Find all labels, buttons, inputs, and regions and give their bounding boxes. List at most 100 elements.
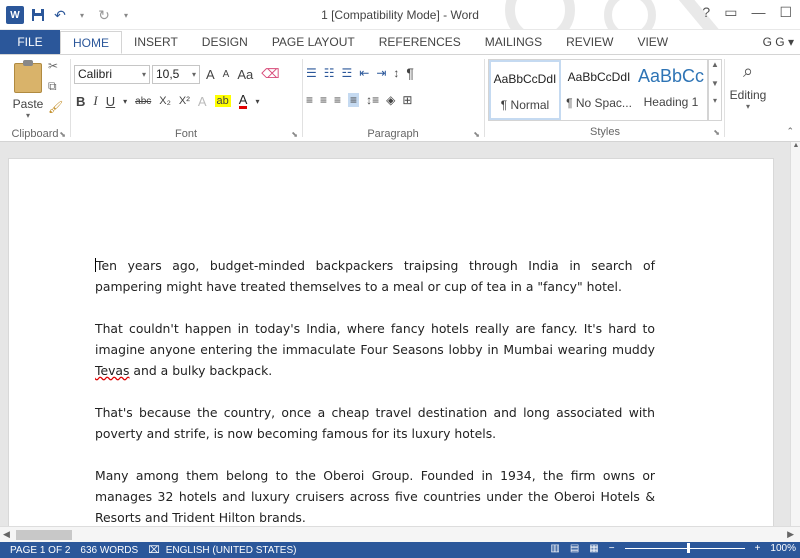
numbering-icon[interactable]: ☷ [324,66,335,80]
sort-icon[interactable]: ↕ [393,66,399,80]
styles-launcher-icon[interactable]: ⬊ [713,128,720,137]
paragraph-2[interactable]: That couldn't happen in today's India, w… [95,318,655,381]
scroll-left-icon[interactable]: ◀ [3,529,10,540]
misspelled-word[interactable]: Tevas [95,363,129,378]
scroll-down-icon[interactable]: ▼ [709,79,721,88]
align-right-icon[interactable]: ≡ [334,93,341,107]
font-color-button[interactable]: A [238,93,248,109]
paste-icon [14,60,42,93]
text-effects-icon[interactable]: A [198,94,207,109]
shading-icon[interactable]: ◈ [386,93,395,107]
font-color-dropdown-icon[interactable]: ▾ [255,97,259,106]
zoom-in-button[interactable]: + [755,543,761,554]
ribbon-display-button[interactable]: ▭ [724,4,737,21]
multilevel-list-icon[interactable]: ☲ [342,66,353,80]
web-layout-icon[interactable]: ▦ [589,543,598,554]
tab-references[interactable]: REFERENCES [367,30,473,54]
font-group-label: Font [174,128,197,140]
proofing-icon[interactable]: ⌧ [148,545,160,556]
cut-icon[interactable]: ✂ [48,59,63,73]
bullets-icon[interactable]: ☰ [306,66,317,80]
zoom-slider-thumb[interactable] [686,543,690,553]
zoom-level[interactable]: 100% [770,543,796,554]
font-name-select[interactable]: Calibri ▾ [74,65,150,84]
document-area[interactable]: Ten years ago, budget-minded backpackers… [0,142,790,526]
more-styles-icon[interactable]: ▾ [709,96,721,105]
paragraph-4[interactable]: Many among them belong to the Oberoi Gro… [95,465,655,526]
document-body[interactable]: Ten years ago, budget-minded backpackers… [95,255,655,526]
align-center-icon[interactable]: ≡ [320,93,327,107]
paragraph-1[interactable]: Ten years ago, budget-minded backpackers… [95,255,655,297]
scroll-up-icon[interactable]: ▲ [709,60,721,69]
tab-home[interactable]: HOME [60,31,122,54]
show-formatting-button[interactable]: ¶ [406,65,414,81]
page-count[interactable]: PAGE 1 OF 2 [10,545,70,556]
scroll-up-icon[interactable]: ▲ [791,142,800,152]
grow-font-button[interactable]: A [206,67,215,82]
help-button[interactable]: ? [702,4,710,21]
clipboard-launcher-icon[interactable]: ⬊ [59,130,66,139]
subscript-button[interactable]: X₂ [159,95,171,107]
paragraph-top-row: ☰ ☷ ☲ ⇤ ⇥ ↕ ¶ [306,65,414,81]
paragraph-launcher-icon[interactable]: ⬊ [473,130,480,139]
tab-insert[interactable]: INSERT [122,30,190,54]
font-name-value: Calibri [78,67,113,81]
strikethrough-button[interactable]: abc [135,96,151,107]
font-group: Calibri ▾ 10,5 ▾ A A Aa ⌫ B I U ▾ abc X₂ X… [70,55,302,143]
underline-dropdown-icon[interactable]: ▾ [123,97,127,106]
document-page[interactable]: Ten years ago, budget-minded backpackers… [8,158,774,526]
paragraph-3[interactable]: That's because the country, once a cheap… [95,402,655,444]
style-heading-1[interactable]: AaBbCc Heading 1 [635,60,707,120]
group-divider [724,59,725,137]
horizontal-scrollbar[interactable]: ◀ ▶ [0,526,800,542]
align-left-icon[interactable]: ≡ [306,93,313,107]
chevron-down-icon: ▾ [191,70,196,79]
style-no-spacing[interactable]: AaBbCcDdI ¶ No Spac... [563,60,635,120]
decrease-indent-icon[interactable]: ⇤ [359,66,369,80]
bold-button[interactable]: B [76,94,85,109]
tab-view[interactable]: VIEW [625,30,680,54]
zoom-out-button[interactable]: − [609,543,615,554]
zoom-slider[interactable] [624,543,745,553]
format-painter-icon[interactable]: 🖌 [48,100,63,114]
scroll-right-icon[interactable]: ▶ [787,529,794,540]
shrink-font-button[interactable]: A [223,69,230,80]
styles-scroll[interactable]: ▲ ▼ ▾ [708,59,722,121]
user-account[interactable]: G G ▾ [763,35,794,49]
line-spacing-icon[interactable]: ↕≡ [366,93,379,107]
font-launcher-icon[interactable]: ⬊ [291,130,298,139]
vertical-scrollbar[interactable]: ▲ [790,142,800,526]
font-size-select[interactable]: 10,5 ▾ [152,65,200,84]
paragraph-group-label: Paragraph [367,128,419,140]
justify-icon[interactable]: ≡ [348,93,360,107]
minimize-button[interactable]: — [751,4,765,21]
language[interactable]: ENGLISH (UNITED STATES) [166,545,297,556]
window-title: 1 [Compatibility Mode] - Word [321,8,479,22]
underline-button[interactable]: U [106,94,115,109]
maximize-button[interactable]: ☐ [779,4,792,21]
tab-design[interactable]: DESIGN [190,30,260,54]
word-count[interactable]: 636 WORDS [80,545,138,556]
increase-indent-icon[interactable]: ⇥ [376,66,386,80]
style-normal[interactable]: AaBbCcDdI ¶ Normal [489,60,561,120]
change-case-button[interactable]: Aa [237,67,253,82]
read-mode-icon[interactable]: ▥ [550,543,559,554]
paragraph-group: ☰ ☷ ☲ ⇤ ⇥ ↕ ¶ ≡ ≡ ≡ ≡ ↕≡ ◈ ⊞ Paragraph ⬊ [302,55,484,143]
tab-file[interactable]: FILE [0,30,60,54]
clear-formatting-icon[interactable]: ⌫ [261,66,279,82]
tab-page-layout[interactable]: PAGE LAYOUT [260,30,367,54]
paste-button[interactable]: Paste ▾ [10,60,46,120]
borders-icon[interactable]: ⊞ [402,93,412,107]
status-bar: PAGE 1 OF 2 636 WORDS ⌧ ENGLISH (UNITED … [0,542,800,558]
superscript-button[interactable]: X² [179,95,190,107]
horizontal-scroll-thumb[interactable] [16,530,72,540]
font-top-row: A A Aa ⌫ [206,66,280,82]
italic-button[interactable]: I [93,93,97,109]
copy-icon[interactable]: ⧉ [48,79,63,94]
collapse-ribbon-icon[interactable]: ⌃ [786,126,794,137]
print-layout-icon[interactable]: ▤ [570,543,579,554]
tab-mailings[interactable]: MAILINGS [473,30,554,54]
highlight-icon[interactable]: ab [214,95,231,107]
editing-button[interactable]: ⌕ Editing ▾ [728,61,768,111]
tab-review[interactable]: REVIEW [554,30,625,54]
